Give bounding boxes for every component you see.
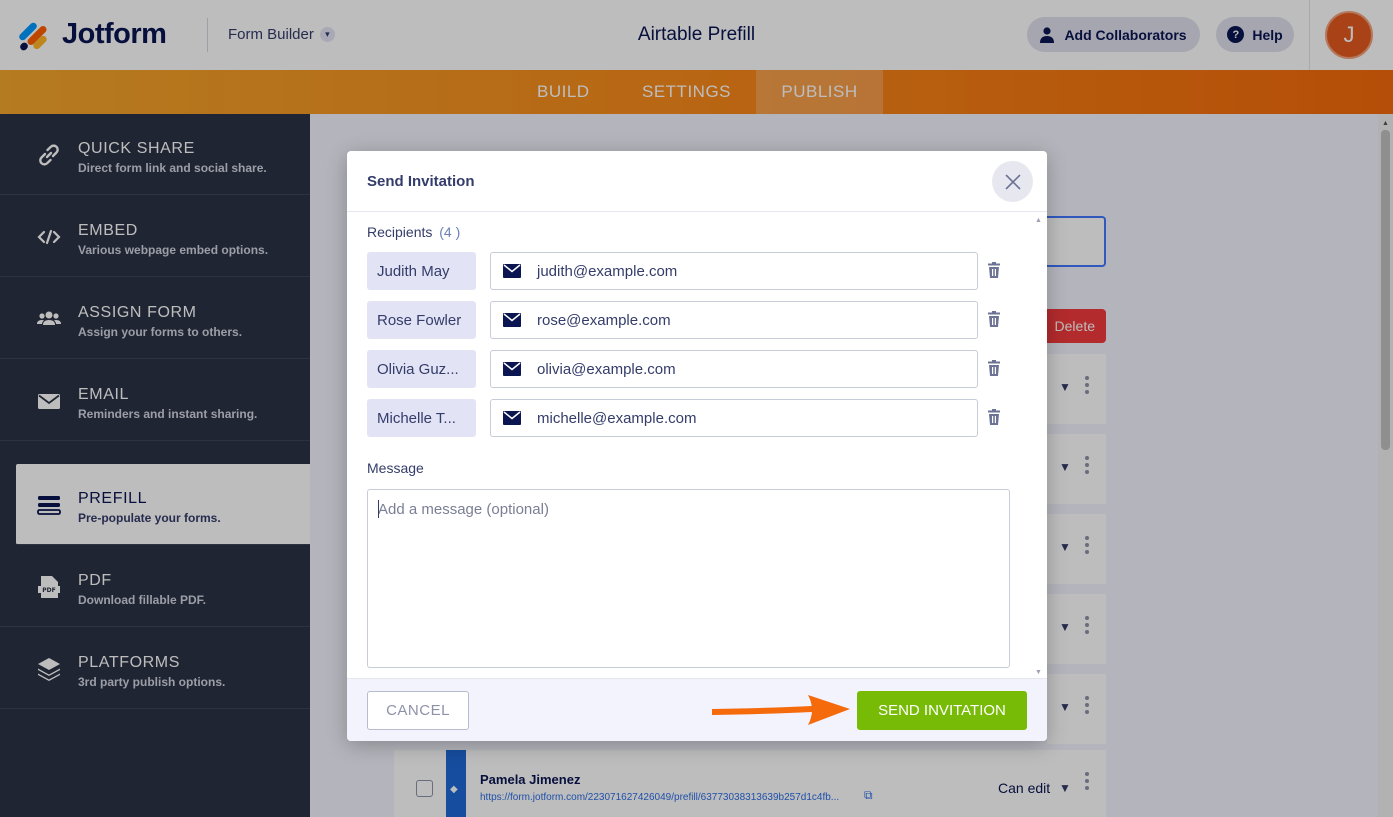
recipient-row: Michelle T... michelle@example.com (367, 399, 1017, 437)
envelope-icon (503, 362, 521, 376)
recipients-count: (4 ) (439, 224, 461, 240)
recipient-row: Rose Fowler rose@example.com (367, 301, 1017, 339)
envelope-icon (503, 264, 521, 278)
trash-icon[interactable] (988, 311, 1000, 327)
send-invitation-modal: Send Invitation Recipients (4 ) Judith M… (347, 151, 1047, 741)
recipient-name[interactable]: Michelle T... (367, 399, 476, 437)
recipients-label: Recipients (4 ) (367, 224, 460, 240)
recipient-email: judith@example.com (537, 263, 678, 280)
modal-title: Send Invitation (367, 173, 475, 190)
close-icon (1004, 173, 1021, 190)
recipient-row: Judith May judith@example.com (367, 252, 1017, 290)
recipient-name[interactable]: Judith May (367, 252, 476, 290)
recipient-email: michelle@example.com (537, 410, 697, 427)
scroll-down-icon[interactable]: ▼ (1035, 669, 1042, 676)
recipient-email-field[interactable]: olivia@example.com (490, 350, 978, 388)
trash-icon[interactable] (988, 360, 1000, 376)
recipient-email-field[interactable]: judith@example.com (490, 252, 978, 290)
modal-footer: CANCEL SEND INVITATION (347, 678, 1047, 741)
envelope-icon (503, 411, 521, 425)
scroll-up-icon[interactable]: ▲ (1035, 217, 1042, 224)
recipients-label-text: Recipients (367, 224, 433, 240)
close-button[interactable] (992, 161, 1033, 202)
recipient-row: Olivia Guz... olivia@example.com (367, 350, 1017, 388)
recipient-name[interactable]: Rose Fowler (367, 301, 476, 339)
trash-icon[interactable] (988, 262, 1000, 278)
send-invitation-button[interactable]: SEND INVITATION (857, 691, 1027, 730)
recipient-email-field[interactable]: rose@example.com (490, 301, 978, 339)
recipient-email: olivia@example.com (537, 361, 676, 378)
message-textarea[interactable] (367, 489, 1010, 668)
arrow-annotation (712, 695, 850, 725)
trash-icon[interactable] (988, 409, 1000, 425)
text-cursor (378, 500, 379, 518)
modal-scrollbar[interactable]: ▲ ▼ (1033, 213, 1045, 678)
modal-header: Send Invitation (347, 151, 1047, 212)
recipient-email: rose@example.com (537, 312, 671, 329)
envelope-icon (503, 313, 521, 327)
cancel-button[interactable]: CANCEL (367, 691, 469, 730)
message-label: Message (367, 460, 424, 476)
recipient-email-field[interactable]: michelle@example.com (490, 399, 978, 437)
recipient-name[interactable]: Olivia Guz... (367, 350, 476, 388)
